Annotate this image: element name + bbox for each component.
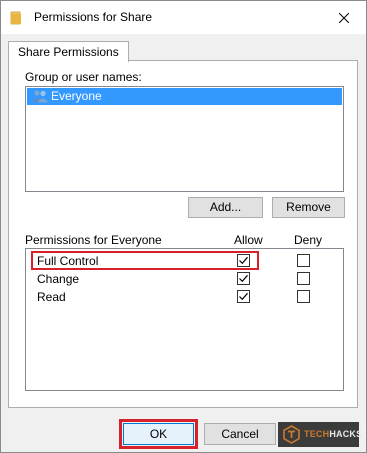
permissions-label: Permissions for Everyone — [25, 233, 162, 247]
close-icon — [339, 12, 349, 23]
watermark: TECHHACKS — [278, 422, 363, 447]
table-row: Change — [26, 270, 343, 288]
table-row: Full Control — [26, 252, 343, 270]
window-title: Permissions for Share — [34, 10, 153, 24]
permissions-list: Full Control Change Read — [25, 248, 344, 391]
check-icon — [239, 256, 248, 265]
allow-checkbox[interactable] — [237, 290, 250, 303]
permission-name: Full Control — [37, 254, 99, 268]
ok-button[interactable]: OK — [123, 423, 194, 445]
add-button[interactable]: Add... — [188, 197, 263, 218]
deny-header: Deny — [294, 233, 323, 247]
permissions-dialog: Permissions for Share Share Permissions … — [0, 0, 367, 453]
watermark-text: TECHHACKS — [304, 429, 363, 439]
permission-name: Read — [37, 290, 66, 304]
list-item[interactable]: Everyone — [27, 88, 342, 105]
close-button[interactable] — [322, 1, 366, 34]
tab-strip: Share Permissions — [1, 34, 366, 62]
folder-icon — [10, 11, 22, 25]
title-bar: Permissions for Share — [1, 1, 366, 34]
user-name: Everyone — [51, 89, 102, 103]
techhacks-logo-icon — [282, 425, 301, 444]
cancel-button[interactable]: Cancel — [204, 423, 276, 445]
deny-checkbox[interactable] — [297, 272, 310, 285]
allow-checkbox[interactable] — [237, 254, 250, 267]
allow-checkbox[interactable] — [237, 272, 250, 285]
permission-name: Change — [37, 272, 80, 286]
remove-button[interactable]: Remove — [272, 197, 345, 218]
tab-share-permissions[interactable]: Share Permissions — [8, 41, 129, 62]
allow-header: Allow — [234, 233, 263, 247]
check-icon — [239, 274, 248, 283]
group-names-label: Group or user names: — [25, 70, 142, 84]
deny-checkbox[interactable] — [297, 290, 310, 303]
tab-panel: Group or user names: Everyone Add... Rem… — [8, 60, 358, 408]
users-icon — [32, 89, 48, 104]
table-row: Read — [26, 288, 343, 306]
check-icon — [239, 292, 248, 301]
deny-checkbox[interactable] — [297, 254, 310, 267]
user-list[interactable]: Everyone — [25, 86, 344, 192]
